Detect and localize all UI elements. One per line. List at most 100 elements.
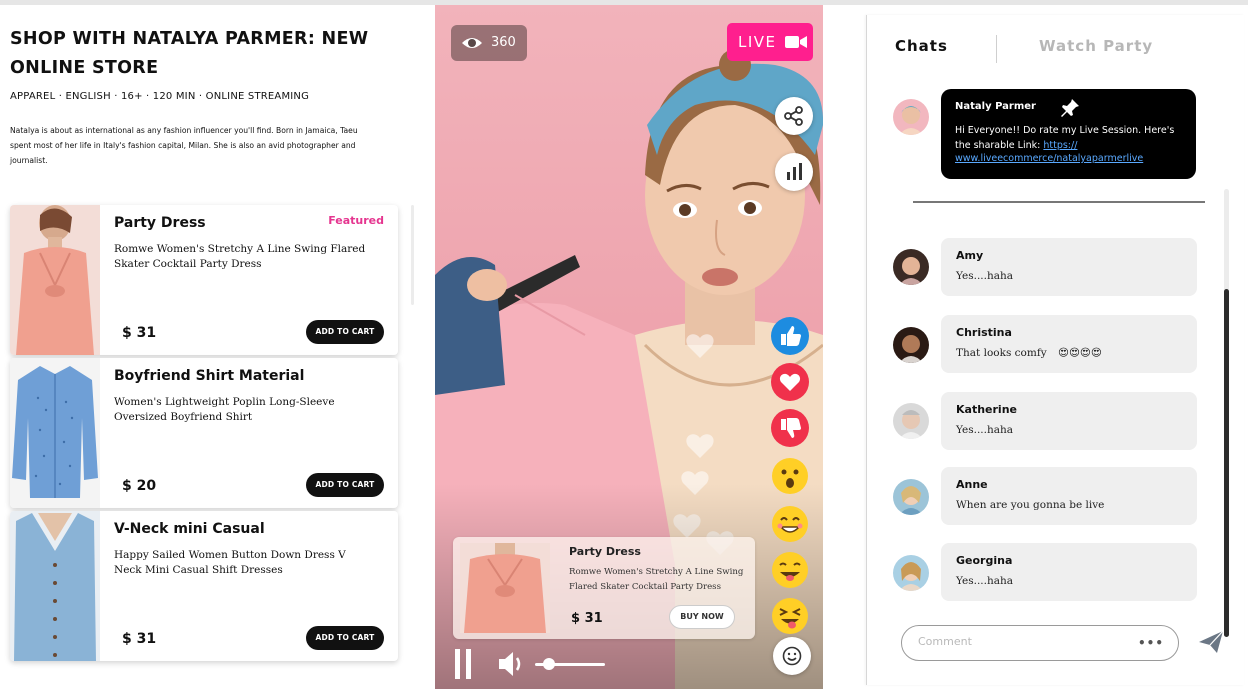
player-controls xyxy=(435,637,823,689)
featured-product-image xyxy=(460,543,550,633)
smile-emoji-icon xyxy=(772,506,808,542)
store-description: Natalya is about as international as any… xyxy=(10,126,358,165)
tab-watch-party[interactable]: Watch Party xyxy=(1039,37,1153,55)
pin-icon xyxy=(1061,99,1079,117)
product-image-boyfriend-shirt xyxy=(10,358,100,508)
chat-scrollbar-thumb[interactable] xyxy=(1224,289,1229,637)
product-description: Happy Sailed Women Button Down Dress V N… xyxy=(114,549,346,576)
add-to-cart-button[interactable]: ADD TO CART xyxy=(306,320,384,344)
avatar[interactable] xyxy=(893,327,929,363)
comment-box[interactable]: ••• xyxy=(901,625,1179,661)
comment-input[interactable] xyxy=(918,635,1118,648)
product-image-vneck-dress xyxy=(10,511,100,661)
product-list: Party Dress Featured Romwe Women's Stret… xyxy=(10,205,400,675)
like-reaction-button[interactable] xyxy=(771,317,809,355)
eye-icon xyxy=(462,38,482,48)
pinned-message: Nataly Parmer Hi Everyone!! Do rate my L… xyxy=(941,89,1196,179)
tab-chats[interactable]: Chats xyxy=(895,37,948,55)
add-to-cart-button[interactable]: ADD TO CART xyxy=(306,626,384,650)
product-name: V-Neck mini Casual xyxy=(114,521,265,537)
chat-scrollbar[interactable] xyxy=(1224,189,1229,637)
volume-icon[interactable] xyxy=(497,650,527,678)
viewer-count-value: 360 xyxy=(491,35,516,50)
chat-message: Katherine Yes....haha xyxy=(941,392,1197,450)
share-button[interactable] xyxy=(775,97,813,135)
amy-avatar-image xyxy=(893,249,929,285)
viewer-count: 360 xyxy=(451,25,527,61)
pinned-link-prefix[interactable]: https:// xyxy=(1043,140,1077,151)
product-price: $ 31 xyxy=(122,325,157,341)
featured-product-description: Romwe Women's Stretchy A Line Swing Flar… xyxy=(569,567,744,592)
video-camera-icon xyxy=(785,36,807,48)
product-description: Women's Lightweight Poplin Long-Sleeve O… xyxy=(114,396,335,423)
chat-user: Amy xyxy=(956,249,984,262)
store-panel: SHOP WITH NATALYA PARMER: NEW ONLINE STO… xyxy=(0,5,420,689)
dislike-reaction-button[interactable] xyxy=(771,409,809,447)
love-reaction-button[interactable] xyxy=(771,363,809,401)
buy-now-button[interactable]: BUY NOW xyxy=(669,605,735,629)
send-icon[interactable] xyxy=(1197,629,1225,655)
chat-text: Yes....haha xyxy=(956,270,1014,282)
katherine-avatar-image xyxy=(893,403,929,439)
store-title: SHOP WITH NATALYA PARMER: NEW ONLINE STO… xyxy=(10,29,369,78)
tab-divider xyxy=(996,35,997,63)
heart-eyes-emoji-icons: 😍😍😍😍 xyxy=(1058,347,1102,359)
chat-text: That looks comfy 😍😍😍😍 xyxy=(956,347,1102,359)
christina-avatar-image xyxy=(893,327,929,363)
chat-message: Georgina Yes....haha xyxy=(941,543,1197,601)
featured-product-card[interactable]: Party Dress Romwe Women's Stretchy A Lin… xyxy=(453,537,755,639)
tongue-emoji-icon xyxy=(772,552,808,588)
product-card[interactable]: V-Neck mini Casual Happy Sailed Women Bu… xyxy=(10,511,398,661)
wink-tongue-reaction-button[interactable] xyxy=(771,597,809,635)
avatar[interactable] xyxy=(893,479,929,515)
anne-avatar-image xyxy=(893,479,929,515)
chat-message: Anne When are you gonna be live xyxy=(941,467,1197,525)
product-name: Boyfriend Shirt Material xyxy=(114,368,305,384)
bar-chart-icon xyxy=(787,163,802,180)
live-badge: LIVE xyxy=(727,23,813,61)
wink-tongue-emoji-icon xyxy=(772,598,808,634)
pinned-author: Nataly Parmer xyxy=(955,101,1036,112)
smiley-icon xyxy=(782,646,802,666)
product-list-scrollbar[interactable] xyxy=(411,205,414,305)
featured-badge: Featured xyxy=(328,214,384,227)
product-image-party-dress xyxy=(10,205,100,355)
featured-product-price: $ 31 xyxy=(571,611,603,626)
more-options-icon[interactable]: ••• xyxy=(1138,636,1164,650)
pause-icon[interactable] xyxy=(453,649,475,679)
chat-message: Christina That looks comfy 😍😍😍😍 xyxy=(941,315,1197,373)
surprised-emoji-icon xyxy=(772,458,808,494)
chat-text: When are you gonna be live xyxy=(956,499,1105,511)
chat-message: Amy Yes....haha xyxy=(941,238,1197,296)
chat-user: Katherine xyxy=(956,403,1017,416)
product-name: Party Dress xyxy=(114,215,206,231)
thumbs-up-icon xyxy=(771,317,809,355)
surprised-reaction-button[interactable] xyxy=(771,457,809,495)
chat-panel: Chats Watch Party Nataly Parmer Hi Every… xyxy=(866,15,1244,685)
chat-user: Georgina xyxy=(956,554,1013,567)
avatar[interactable] xyxy=(893,99,929,135)
volume-slider-thumb[interactable] xyxy=(543,658,555,670)
tongue-reaction-button[interactable] xyxy=(771,551,809,589)
product-price: $ 31 xyxy=(122,631,157,647)
pinned-text: Hi Everyone!! Do rate my Live Session. H… xyxy=(955,123,1185,153)
avatar[interactable] xyxy=(893,555,929,591)
heart-icon xyxy=(771,363,809,401)
live-video-panel[interactable]: 360 LIVE Party Dress Romwe Women's Stret… xyxy=(435,5,823,689)
thumbs-down-icon xyxy=(771,409,809,447)
chat-text: Yes....haha xyxy=(956,424,1014,436)
add-to-cart-button[interactable]: ADD TO CART xyxy=(306,473,384,497)
host-avatar-image xyxy=(893,99,929,135)
emoji-picker-button[interactable] xyxy=(773,637,811,675)
chat-text-body: That looks comfy xyxy=(956,347,1047,359)
avatar[interactable] xyxy=(893,403,929,439)
chat-user: Christina xyxy=(956,326,1012,339)
pinned-link[interactable]: www.liveecommerce/natalyaparmerlive xyxy=(955,153,1143,164)
product-card[interactable]: Boyfriend Shirt Material Women's Lightwe… xyxy=(10,358,398,508)
chat-divider xyxy=(913,201,1205,203)
product-card[interactable]: Party Dress Featured Romwe Women's Stret… xyxy=(10,205,398,355)
smile-reaction-button[interactable] xyxy=(771,505,809,543)
stats-button[interactable] xyxy=(775,153,813,191)
live-shopping-page: SHOP WITH NATALYA PARMER: NEW ONLINE STO… xyxy=(0,0,1248,689)
avatar[interactable] xyxy=(893,249,929,285)
